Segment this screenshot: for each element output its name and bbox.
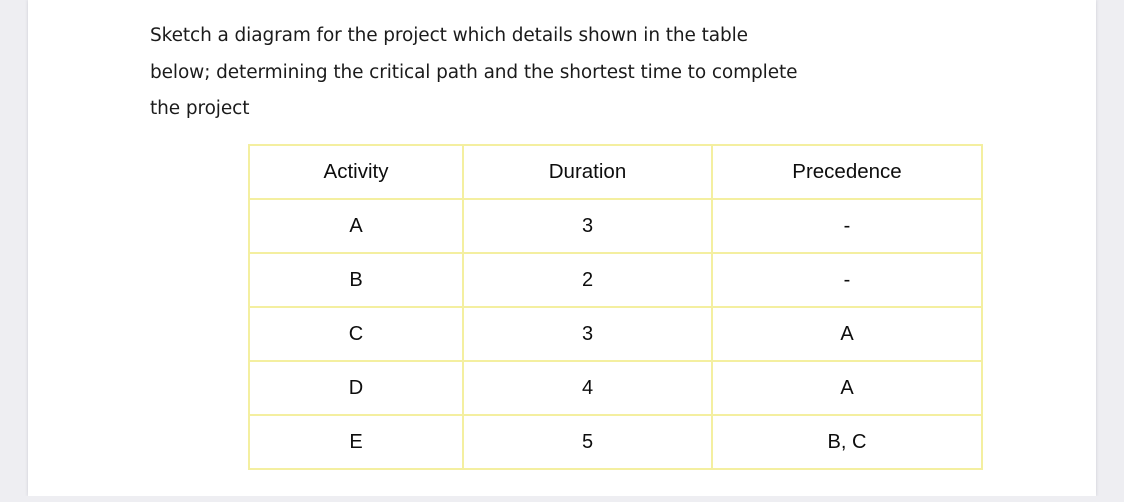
cell-activity: D (248, 360, 464, 416)
document-page: Sketch a diagram for the project which d… (28, 0, 1096, 496)
question-line-2: below; determining the critical path and… (150, 61, 798, 83)
column-header-activity: Activity (248, 144, 464, 200)
cell-precedence: - (711, 198, 983, 254)
table-row: A 3 - (248, 198, 983, 254)
page-bottom-gutter (0, 496, 1124, 502)
question-line-3: the project (150, 98, 250, 119)
question-line-1: Sketch a diagram for the project which d… (150, 25, 748, 46)
cell-activity: B (248, 252, 464, 308)
cell-duration: 2 (462, 252, 713, 308)
table-row: B 2 - (248, 252, 983, 308)
table-header-row: Activity Duration Precedence (248, 144, 983, 200)
activity-table-container: Activity Duration Precedence A 3 - B 2 - (248, 144, 983, 470)
cell-precedence: - (711, 252, 983, 308)
cell-activity: E (248, 414, 464, 470)
cell-activity: A (248, 198, 464, 254)
cell-precedence: B, C (711, 414, 983, 470)
column-header-duration: Duration (462, 144, 713, 200)
table-row: E 5 B, C (248, 414, 983, 470)
question-prompt: Sketch a diagram for the project which d… (150, 18, 980, 128)
activity-table: Activity Duration Precedence A 3 - B 2 - (248, 144, 983, 470)
cell-activity: C (248, 306, 464, 362)
column-header-precedence: Precedence (711, 144, 983, 200)
cell-precedence: A (711, 306, 983, 362)
screenshot-viewport: Sketch a diagram for the project which d… (0, 0, 1124, 502)
cell-precedence: A (711, 360, 983, 416)
table-row: D 4 A (248, 360, 983, 416)
table-header: Activity Duration Precedence (248, 144, 983, 200)
cell-duration: 4 (462, 360, 713, 416)
cell-duration: 3 (462, 306, 713, 362)
table-row: C 3 A (248, 306, 983, 362)
table-body: A 3 - B 2 - C 3 A D 4 A E 5 B, C (248, 198, 983, 470)
cell-duration: 3 (462, 198, 713, 254)
cell-duration: 5 (462, 414, 713, 470)
